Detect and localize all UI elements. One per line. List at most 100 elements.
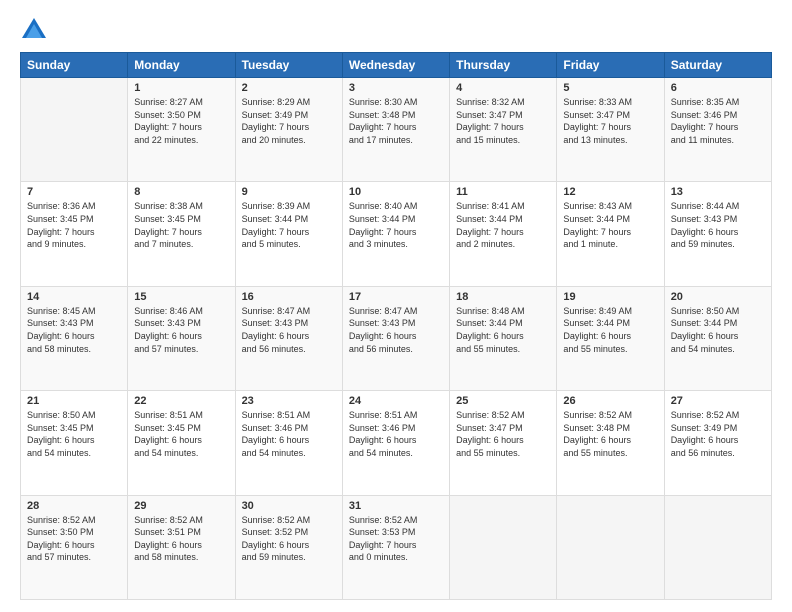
header [20,16,772,44]
day-number: 1 [134,82,228,94]
calendar-cell: 5 Sunrise: 8:33 AM Sunset: 3:47 PM Daylig… [557,78,664,182]
calendar-cell: 1 Sunrise: 8:27 AM Sunset: 3:50 PM Daylig… [128,78,235,182]
logo-icon [20,16,48,44]
calendar-cell: 3 Sunrise: 8:30 AM Sunset: 3:48 PM Daylig… [342,78,449,182]
calendar-cell: 26Sunrise: 8:52 AM Sunset: 3:48 PM Dayli… [557,391,664,495]
week-row-1: 7Sunrise: 8:36 AM Sunset: 3:45 PM Daylig… [21,182,772,286]
calendar-cell: 25Sunrise: 8:52 AM Sunset: 3:47 PM Dayli… [450,391,557,495]
day-number: 27 [671,395,765,407]
day-info: Sunrise: 8:32 AM Sunset: 3:47 PM Dayligh… [456,96,550,146]
calendar-table: SundayMondayTuesdayWednesdayThursdayFrid… [20,52,772,600]
calendar-cell: 4 Sunrise: 8:32 AM Sunset: 3:47 PM Daylig… [450,78,557,182]
day-number: 7 [27,186,121,198]
calendar-cell: 6 Sunrise: 8:35 AM Sunset: 3:46 PM Daylig… [664,78,771,182]
day-number: 3 [349,82,443,94]
calendar-cell: 10 Sunrise: 8:40 AM Sunset: 3:44 PM Dayli… [342,182,449,286]
day-number: 31 [349,500,443,512]
calendar-cell: 27 Sunrise: 8:52 AM Sunset: 3:49 PM Dayli… [664,391,771,495]
week-row-0: 1 Sunrise: 8:27 AM Sunset: 3:50 PM Daylig… [21,78,772,182]
day-info: Sunrise: 8:49 AM Sunset: 3:44 PM Dayligh… [563,305,657,355]
day-number: 13 [671,186,765,198]
calendar-cell [557,495,664,599]
day-number: 21 [27,395,121,407]
day-info: Sunrise: 8:43 AM Sunset: 3:44 PM Dayligh… [563,200,657,250]
day-number: 19 [563,291,657,303]
calendar-cell: 29 Sunrise: 8:52 AM Sunset: 3:51 PM Dayli… [128,495,235,599]
day-info: Sunrise: 8:33 AM Sunset: 3:47 PM Dayligh… [563,96,657,146]
day-number: 9 [242,186,336,198]
col-header-thursday: Thursday [450,53,557,78]
day-info: Sunrise: 8:52 AM Sunset: 3:51 PM Dayligh… [134,514,228,564]
calendar-body: 1 Sunrise: 8:27 AM Sunset: 3:50 PM Daylig… [21,78,772,600]
day-info: Sunrise: 8:51 AM Sunset: 3:46 PM Dayligh… [242,409,336,459]
day-number: 18 [456,291,550,303]
day-number: 5 [563,82,657,94]
calendar-cell: 28 Sunrise: 8:52 AM Sunset: 3:50 PM Dayli… [21,495,128,599]
day-info: Sunrise: 8:51 AM Sunset: 3:46 PM Dayligh… [349,409,443,459]
col-header-monday: Monday [128,53,235,78]
page: SundayMondayTuesdayWednesdayThursdayFrid… [0,0,792,612]
day-number: 8 [134,186,228,198]
calendar-header: SundayMondayTuesdayWednesdayThursdayFrid… [21,53,772,78]
calendar-cell: 8 Sunrise: 8:38 AM Sunset: 3:45 PM Daylig… [128,182,235,286]
day-info: Sunrise: 8:47 AM Sunset: 3:43 PM Dayligh… [242,305,336,355]
calendar-cell: 15 Sunrise: 8:46 AM Sunset: 3:43 PM Dayli… [128,286,235,390]
day-number: 28 [27,500,121,512]
day-info: Sunrise: 8:39 AM Sunset: 3:44 PM Dayligh… [242,200,336,250]
col-header-friday: Friday [557,53,664,78]
calendar-cell: 2 Sunrise: 8:29 AM Sunset: 3:49 PM Daylig… [235,78,342,182]
day-number: 14 [27,291,121,303]
day-info: Sunrise: 8:52 AM Sunset: 3:53 PM Dayligh… [349,514,443,564]
day-number: 26 [563,395,657,407]
calendar-cell: 9 Sunrise: 8:39 AM Sunset: 3:44 PM Daylig… [235,182,342,286]
day-info: Sunrise: 8:52 AM Sunset: 3:52 PM Dayligh… [242,514,336,564]
day-info: Sunrise: 8:46 AM Sunset: 3:43 PM Dayligh… [134,305,228,355]
day-info: Sunrise: 8:50 AM Sunset: 3:45 PM Dayligh… [27,409,121,459]
day-number: 30 [242,500,336,512]
day-number: 23 [242,395,336,407]
day-info: Sunrise: 8:45 AM Sunset: 3:43 PM Dayligh… [27,305,121,355]
day-info: Sunrise: 8:38 AM Sunset: 3:45 PM Dayligh… [134,200,228,250]
day-info: Sunrise: 8:47 AM Sunset: 3:43 PM Dayligh… [349,305,443,355]
day-info: Sunrise: 8:40 AM Sunset: 3:44 PM Dayligh… [349,200,443,250]
col-header-wednesday: Wednesday [342,53,449,78]
calendar-cell: 16 Sunrise: 8:47 AM Sunset: 3:43 PM Dayli… [235,286,342,390]
day-number: 20 [671,291,765,303]
day-number: 15 [134,291,228,303]
col-header-tuesday: Tuesday [235,53,342,78]
logo [20,16,52,44]
header-row: SundayMondayTuesdayWednesdayThursdayFrid… [21,53,772,78]
calendar-cell: 7Sunrise: 8:36 AM Sunset: 3:45 PM Daylig… [21,182,128,286]
day-info: Sunrise: 8:29 AM Sunset: 3:49 PM Dayligh… [242,96,336,146]
calendar-cell: 14 Sunrise: 8:45 AM Sunset: 3:43 PM Dayli… [21,286,128,390]
calendar-cell: 31 Sunrise: 8:52 AM Sunset: 3:53 PM Dayli… [342,495,449,599]
day-info: Sunrise: 8:27 AM Sunset: 3:50 PM Dayligh… [134,96,228,146]
day-info: Sunrise: 8:48 AM Sunset: 3:44 PM Dayligh… [456,305,550,355]
day-number: 10 [349,186,443,198]
day-number: 11 [456,186,550,198]
day-number: 2 [242,82,336,94]
day-number: 12 [563,186,657,198]
day-number: 4 [456,82,550,94]
day-info: Sunrise: 8:52 AM Sunset: 3:50 PM Dayligh… [27,514,121,564]
day-number: 6 [671,82,765,94]
col-header-saturday: Saturday [664,53,771,78]
day-number: 24 [349,395,443,407]
week-row-4: 28 Sunrise: 8:52 AM Sunset: 3:50 PM Dayli… [21,495,772,599]
calendar-cell: 24 Sunrise: 8:51 AM Sunset: 3:46 PM Dayli… [342,391,449,495]
day-info: Sunrise: 8:41 AM Sunset: 3:44 PM Dayligh… [456,200,550,250]
day-info: Sunrise: 8:52 AM Sunset: 3:49 PM Dayligh… [671,409,765,459]
calendar-cell: 13 Sunrise: 8:44 AM Sunset: 3:43 PM Dayli… [664,182,771,286]
calendar-cell: 21 Sunrise: 8:50 AM Sunset: 3:45 PM Dayli… [21,391,128,495]
day-info: Sunrise: 8:30 AM Sunset: 3:48 PM Dayligh… [349,96,443,146]
day-info: Sunrise: 8:51 AM Sunset: 3:45 PM Dayligh… [134,409,228,459]
day-number: 22 [134,395,228,407]
calendar-cell: 19 Sunrise: 8:49 AM Sunset: 3:44 PM Dayli… [557,286,664,390]
calendar-cell [664,495,771,599]
day-number: 29 [134,500,228,512]
week-row-2: 14 Sunrise: 8:45 AM Sunset: 3:43 PM Dayli… [21,286,772,390]
day-number: 16 [242,291,336,303]
day-info: Sunrise: 8:44 AM Sunset: 3:43 PM Dayligh… [671,200,765,250]
day-info: Sunrise: 8:50 AM Sunset: 3:44 PM Dayligh… [671,305,765,355]
day-info: Sunrise: 8:35 AM Sunset: 3:46 PM Dayligh… [671,96,765,146]
